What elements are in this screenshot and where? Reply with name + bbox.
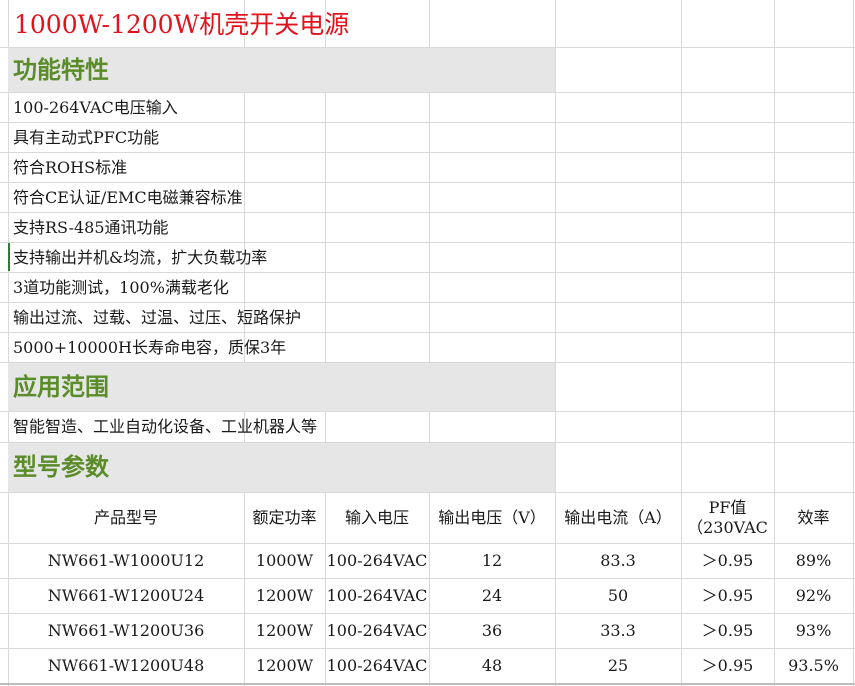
feature-item[interactable]: 符合CE认证/EMC电磁兼容标准 — [13, 183, 243, 213]
section-heading-models: 型号参数 — [13, 453, 109, 481]
feature-item[interactable]: 输出过流、过载、过温、过压、短路保护 — [13, 303, 301, 333]
table-cell-model[interactable]: NW661-W1200U36 — [8, 614, 244, 648]
table-header-pf[interactable]: PF值 （230VAC — [681, 493, 774, 543]
table-cell-power[interactable]: 1000W — [244, 544, 325, 578]
table-cell-current[interactable]: 83.3 — [555, 544, 681, 578]
table-cell-pf[interactable]: ＞0.95 — [681, 614, 774, 648]
application-text[interactable]: 智能智造、工业自动化设备、工业机器人等 — [13, 412, 317, 442]
feature-item[interactable]: 5000+10000H长寿命电容，质保3年 — [13, 333, 286, 363]
feature-item[interactable]: 100-264VAC电压输入 — [13, 93, 178, 123]
table-cell-power[interactable]: 1200W — [244, 649, 325, 683]
table-cell-efficiency[interactable]: 93.5% — [774, 649, 853, 683]
section-heading-features: 功能特性 — [13, 56, 109, 84]
table-cell-model[interactable]: NW661-W1200U24 — [8, 579, 244, 613]
table-cell-power[interactable]: 1200W — [244, 579, 325, 613]
section-heading-applications: 应用范围 — [13, 373, 109, 401]
table-header-power[interactable]: 额定功率 — [244, 493, 325, 543]
active-cell-marker — [8, 243, 10, 271]
table-cell-power[interactable]: 1200W — [244, 614, 325, 648]
table-cell-current[interactable]: 25 — [555, 649, 681, 683]
table-cell-efficiency[interactable]: 93% — [774, 614, 853, 648]
table-header-input[interactable]: 输入电压 — [325, 493, 429, 543]
table-header-efficiency[interactable]: 效率 — [774, 493, 853, 543]
table-cell-voltage[interactable]: 24 — [429, 579, 555, 613]
table-cell-input[interactable]: 100-264VAC — [325, 649, 429, 683]
table-cell-input[interactable]: 100-264VAC — [325, 579, 429, 613]
table-cell-input[interactable]: 100-264VAC — [325, 544, 429, 578]
table-cell-voltage[interactable]: 36 — [429, 614, 555, 648]
feature-item[interactable]: 支持输出并机&均流，扩大负载功率 — [13, 243, 267, 273]
table-cell-efficiency[interactable]: 89% — [774, 544, 853, 578]
table-cell-model[interactable]: NW661-W1000U12 — [8, 544, 244, 578]
table-cell-pf[interactable]: ＞0.95 — [681, 579, 774, 613]
table-cell-input[interactable]: 100-264VAC — [325, 614, 429, 648]
table-cell-pf[interactable]: ＞0.95 — [681, 649, 774, 683]
feature-item[interactable]: 3道功能测试，100%满载老化 — [13, 273, 229, 303]
table-header-current[interactable]: 输出电流（A） — [555, 493, 681, 543]
table-header-model[interactable]: 产品型号 — [8, 493, 244, 543]
table-cell-pf[interactable]: ＞0.95 — [681, 544, 774, 578]
feature-item[interactable]: 支持RS-485通讯功能 — [13, 213, 169, 243]
sheet-bottom-edge — [0, 683, 855, 685]
feature-item[interactable]: 符合ROHS标准 — [13, 153, 127, 183]
table-cell-model[interactable]: NW661-W1200U48 — [8, 649, 244, 683]
table-cell-current[interactable]: 50 — [555, 579, 681, 613]
table-cell-current[interactable]: 33.3 — [555, 614, 681, 648]
feature-item[interactable]: 具有主动式PFC功能 — [13, 123, 159, 153]
sheet-title: 1000W-1200W机壳开关电源 — [14, 10, 350, 39]
table-cell-efficiency[interactable]: 92% — [774, 579, 853, 613]
table-cell-voltage[interactable]: 12 — [429, 544, 555, 578]
table-header-voltage[interactable]: 输出电压（V） — [429, 493, 555, 543]
table-cell-voltage[interactable]: 48 — [429, 649, 555, 683]
